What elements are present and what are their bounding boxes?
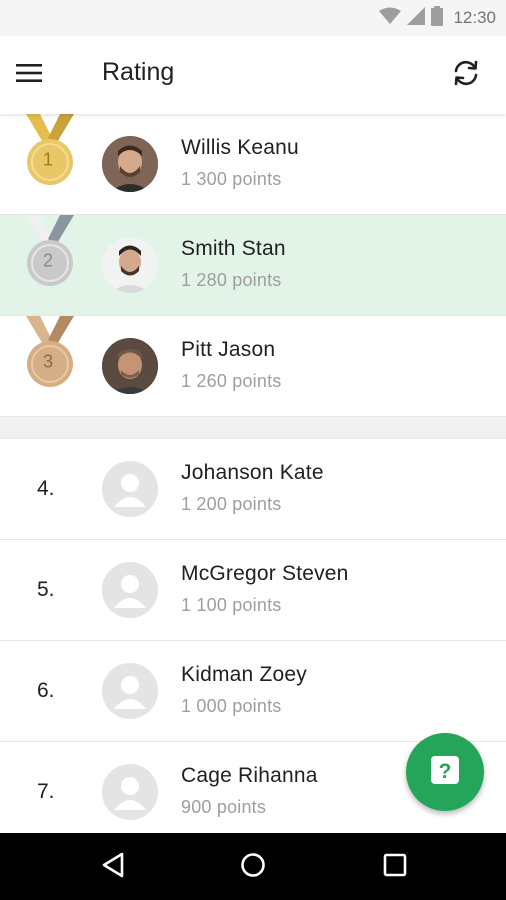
player-name: McGregor Steven <box>181 562 349 585</box>
list-item[interactable]: 3 Pitt Jason 1 260 points <box>0 316 506 417</box>
signal-icon <box>407 6 426 30</box>
medal-label: 3 <box>43 351 54 372</box>
menu-button[interactable] <box>16 55 64 95</box>
rank-number: 4. <box>37 477 55 500</box>
help-fab-button[interactable]: ? <box>406 733 484 811</box>
fab-label: ? <box>439 760 452 783</box>
player-name: Cage Rihanna <box>181 764 318 787</box>
question-icon: ? <box>430 755 460 790</box>
rating-list[interactable]: 1 Willis Keanu 1 300 points 2 Smith Stan… <box>0 114 506 843</box>
avatar <box>102 237 158 293</box>
avatar <box>102 338 158 394</box>
home-icon <box>240 852 266 883</box>
battery-icon <box>431 5 444 31</box>
avatar-placeholder-icon <box>102 461 158 517</box>
list-item[interactable]: 6. Kidman Zoey 1 000 points <box>0 641 506 742</box>
player-name: Willis Keanu <box>181 136 299 159</box>
rank-number: 6. <box>37 679 55 702</box>
page-title: Rating <box>102 58 175 86</box>
recents-button[interactable] <box>375 847 415 887</box>
player-points: 1 000 points <box>181 696 282 716</box>
home-button[interactable] <box>233 847 273 887</box>
player-name: Kidman Zoey <box>181 663 307 686</box>
player-name: Johanson Kate <box>181 461 324 484</box>
list-item[interactable]: 4. Johanson Kate 1 200 points <box>0 439 506 540</box>
player-name: Smith Stan <box>181 237 286 260</box>
system-nav-bar <box>0 833 506 900</box>
player-points: 1 200 points <box>181 494 282 514</box>
avatar-placeholder-icon <box>102 764 158 820</box>
back-button[interactable] <box>93 847 133 887</box>
status-icons: 12:30 <box>379 5 496 31</box>
refresh-icon <box>451 58 481 93</box>
app-bar: Rating <box>0 36 506 114</box>
avatar-placeholder-icon <box>102 562 158 618</box>
status-time: 12:30 <box>453 8 496 27</box>
back-icon <box>101 852 125 883</box>
refresh-button[interactable] <box>446 55 486 95</box>
medal-label: 2 <box>43 250 54 271</box>
player-points: 1 300 points <box>181 169 282 189</box>
list-item[interactable]: 1 Willis Keanu 1 300 points <box>0 114 506 215</box>
player-points: 900 points <box>181 797 267 817</box>
player-name: Pitt Jason <box>181 338 276 361</box>
player-points: 1 280 points <box>181 270 282 290</box>
section-divider <box>0 417 506 439</box>
status-bar: 12:30 <box>0 0 506 36</box>
recents-icon <box>383 853 407 882</box>
wifi-icon <box>379 7 402 30</box>
player-points: 1 100 points <box>181 595 282 615</box>
list-item[interactable]: 5. McGregor Steven 1 100 points <box>0 540 506 641</box>
list-item-current-user[interactable]: 2 Smith Stan 1 280 points <box>0 215 506 316</box>
medal-label: 1 <box>43 149 54 170</box>
player-points: 1 260 points <box>181 371 282 391</box>
menu-icon <box>16 63 42 87</box>
avatar-placeholder-icon <box>102 663 158 719</box>
avatar <box>102 136 158 192</box>
rank-number: 7. <box>37 780 55 803</box>
rank-number: 5. <box>37 578 55 601</box>
